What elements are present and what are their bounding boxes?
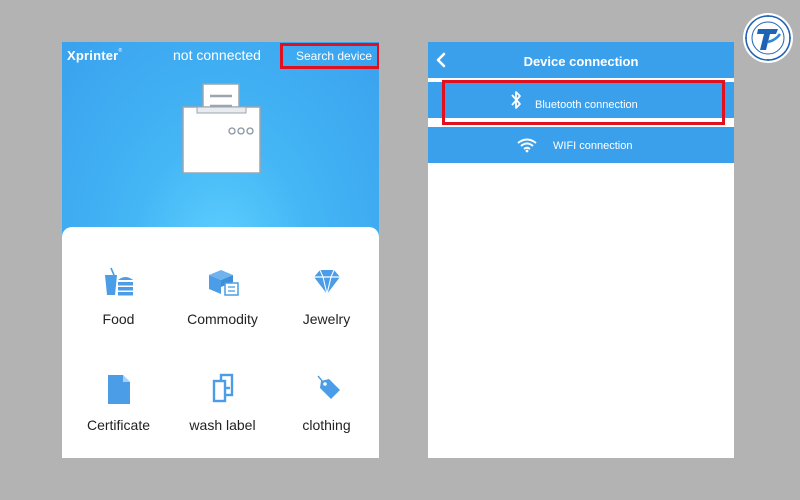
page-title: Device connection [523, 54, 639, 69]
diamond-icon [313, 269, 340, 295]
category-food[interactable]: Food [66, 267, 171, 327]
food-icon [104, 267, 133, 296]
wash-label-icon [212, 373, 233, 403]
category-jewelry[interactable]: Jewelry [274, 267, 379, 327]
brand-logo-icon [743, 13, 793, 63]
category-wash-label[interactable]: wash label [170, 373, 275, 433]
option-label: WIFI connection [553, 140, 633, 152]
bluetooth-connection-option[interactable]: Bluetooth connection [428, 80, 734, 125]
option-label: Bluetooth connection [535, 99, 638, 111]
category-label: wash label [189, 417, 256, 433]
category-commodity[interactable]: Commodity [170, 267, 275, 327]
home-screen: Xprinter® not connected Search device Fo… [62, 42, 379, 458]
category-label: Certificate [86, 417, 151, 433]
category-label: clothing [302, 417, 351, 433]
category-certificate[interactable]: Certificate [66, 373, 171, 433]
device-connection-screen: Device connection Bluetooth connection W… [428, 42, 734, 458]
wifi-icon [517, 138, 537, 153]
app-brand: Xprinter® [67, 48, 123, 63]
bluetooth-icon [511, 91, 521, 109]
wifi-connection-option[interactable]: WIFI connection [428, 127, 734, 163]
document-icon [107, 375, 130, 404]
connection-status: not connected [173, 47, 261, 63]
category-label: Commodity [187, 311, 258, 327]
category-label: Jewelry [302, 311, 351, 327]
category-grid: Food Commodity Jewelry Certificate wash … [62, 227, 379, 458]
category-clothing[interactable]: clothing [274, 373, 379, 433]
nav-bar: Device connection [428, 42, 734, 78]
printer-icon [182, 83, 261, 174]
tag-icon [316, 375, 340, 399]
search-device-button[interactable]: Search device [280, 43, 379, 69]
commodity-icon [208, 270, 239, 296]
category-label: Food [102, 311, 135, 327]
